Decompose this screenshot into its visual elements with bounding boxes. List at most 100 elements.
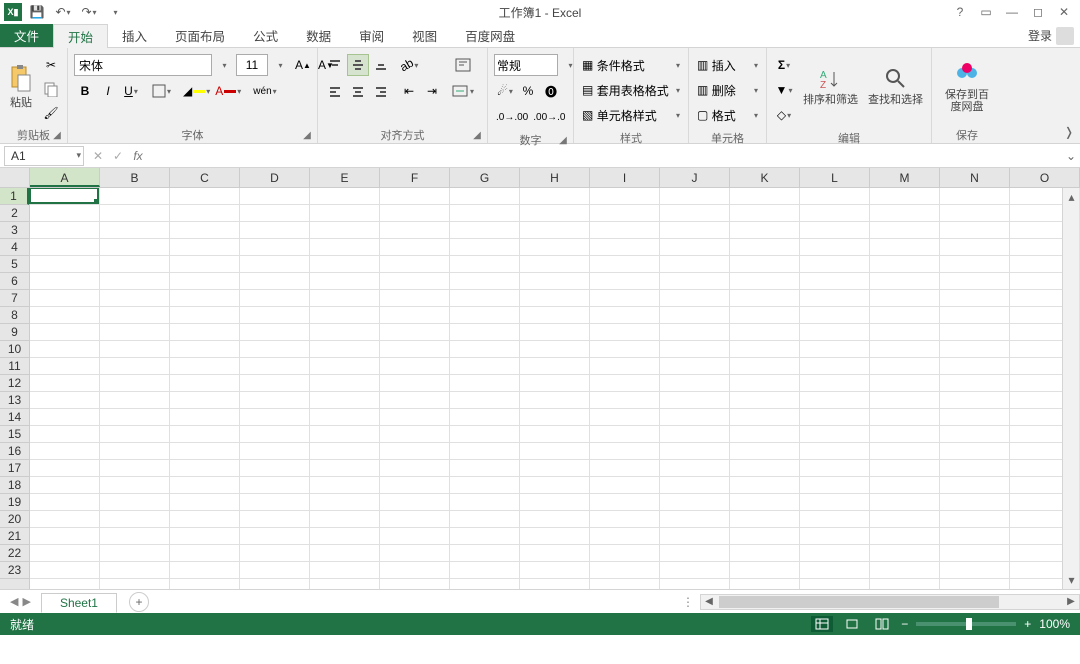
autosum-button[interactable]: Σ▾ xyxy=(773,54,795,76)
qat-customize-button[interactable]: ▾ xyxy=(104,1,126,23)
column-header[interactable]: K xyxy=(730,168,800,187)
tab-页面布局[interactable]: 页面布局 xyxy=(161,24,239,47)
row-header[interactable]: 16 xyxy=(0,443,29,460)
undo-qat-button[interactable]: ↶▾ xyxy=(52,1,74,23)
cut-button[interactable]: ✂ xyxy=(40,54,62,76)
save-to-baidu-button[interactable]: 保存到百度网盘 xyxy=(936,50,998,122)
row-header[interactable]: 1 xyxy=(0,188,29,205)
page-layout-view-button[interactable] xyxy=(841,616,863,632)
wrap-text-button[interactable] xyxy=(449,54,476,76)
accept-formula-icon[interactable]: ✓ xyxy=(108,146,128,166)
font-dialog-launcher[interactable]: ◢ xyxy=(301,130,313,142)
font-size-dropdown[interactable]: ▾ xyxy=(269,54,291,76)
horizontal-scrollbar[interactable]: ◀ ▶ xyxy=(700,594,1080,610)
format-painter-button[interactable]: 🖌 xyxy=(40,102,62,124)
increase-font-button[interactable]: A▲ xyxy=(292,54,314,76)
column-header[interactable]: N xyxy=(940,168,1010,187)
zoom-level[interactable]: 100% xyxy=(1039,617,1070,631)
zoom-in-button[interactable]: + xyxy=(1024,617,1031,631)
row-header[interactable]: 14 xyxy=(0,409,29,426)
tab-百度网盘[interactable]: 百度网盘 xyxy=(451,24,529,47)
column-header[interactable]: A xyxy=(30,168,100,187)
column-header[interactable]: O xyxy=(1010,168,1080,187)
font-name-dropdown[interactable]: ▾ xyxy=(213,54,235,76)
align-left-button[interactable] xyxy=(324,80,346,102)
row-header[interactable]: 7 xyxy=(0,290,29,307)
phonetic-button[interactable]: wén▾ xyxy=(251,80,278,102)
italic-button[interactable]: I xyxy=(97,80,119,102)
font-size-input[interactable] xyxy=(236,54,268,76)
tab-数据[interactable]: 数据 xyxy=(292,24,345,47)
column-header[interactable]: D xyxy=(240,168,310,187)
select-all-corner[interactable] xyxy=(0,168,30,187)
minimize-icon[interactable]: ― xyxy=(1000,1,1024,23)
border-button[interactable]: ▾ xyxy=(150,80,173,102)
page-break-view-button[interactable] xyxy=(871,616,893,632)
row-header[interactable]: 17 xyxy=(0,460,29,477)
font-name-input[interactable] xyxy=(74,54,212,76)
signin-button[interactable]: 登录 xyxy=(1028,24,1080,47)
cell-styles-button[interactable]: ▧ 单元格样式▾ xyxy=(580,104,682,126)
row-header[interactable]: 11 xyxy=(0,358,29,375)
collapse-ribbon-icon[interactable]: ❭ xyxy=(1064,125,1074,139)
column-header[interactable]: B xyxy=(100,168,170,187)
decrease-indent-button[interactable]: ⇤ xyxy=(398,80,420,102)
sheet-nav-next-icon[interactable]: ▶ xyxy=(22,595,30,608)
find-select-button[interactable]: 查找和选择 xyxy=(864,50,927,122)
increase-indent-button[interactable]: ⇥ xyxy=(421,80,443,102)
increase-decimal-button[interactable]: .0→.00 xyxy=(494,106,530,128)
row-header[interactable]: 21 xyxy=(0,528,29,545)
cancel-formula-icon[interactable]: ✕ xyxy=(88,146,108,166)
close-icon[interactable]: ✕ xyxy=(1052,1,1076,23)
row-header[interactable]: 4 xyxy=(0,239,29,256)
add-sheet-button[interactable]: + xyxy=(129,592,149,612)
tab-公式[interactable]: 公式 xyxy=(239,24,292,47)
insert-function-icon[interactable]: fx xyxy=(128,146,148,166)
insert-cells-button[interactable]: ▥ 插入▾ xyxy=(695,54,760,76)
accounting-format-button[interactable]: ☄▾ xyxy=(494,80,516,102)
maximize-icon[interactable]: ◻ xyxy=(1026,1,1050,23)
tab-视图[interactable]: 视图 xyxy=(398,24,451,47)
normal-view-button[interactable] xyxy=(811,616,833,632)
row-header[interactable]: 6 xyxy=(0,273,29,290)
row-header[interactable]: 12 xyxy=(0,375,29,392)
formula-input[interactable] xyxy=(148,146,1062,166)
tab-file[interactable]: 文件 xyxy=(0,24,53,47)
cells-area[interactable] xyxy=(30,188,1062,589)
clear-button[interactable]: ◇▾ xyxy=(773,104,795,126)
redo-qat-button[interactable]: ↷▾ xyxy=(78,1,100,23)
zoom-slider[interactable] xyxy=(916,622,1016,626)
align-middle-button[interactable] xyxy=(347,54,369,76)
row-header[interactable]: 9 xyxy=(0,324,29,341)
percent-button[interactable]: % xyxy=(517,80,539,102)
delete-cells-button[interactable]: ▥ 删除▾ xyxy=(695,79,760,101)
sort-filter-button[interactable]: AZ 排序和筛选 xyxy=(799,50,862,122)
tab-审阅[interactable]: 审阅 xyxy=(345,24,398,47)
sheet-tab-sheet1[interactable]: Sheet1 xyxy=(41,593,117,613)
ribbon-display-icon[interactable]: ▭ xyxy=(974,1,998,23)
align-right-button[interactable] xyxy=(370,80,392,102)
row-header[interactable]: 3 xyxy=(0,222,29,239)
column-header[interactable]: F xyxy=(380,168,450,187)
comma-button[interactable]: 🄌 xyxy=(540,80,562,102)
tab-插入[interactable]: 插入 xyxy=(108,24,161,47)
column-header[interactable]: G xyxy=(450,168,520,187)
row-header[interactable]: 23 xyxy=(0,562,29,579)
number-dialog-launcher[interactable]: ◢ xyxy=(557,135,569,147)
expand-formula-bar-icon[interactable]: ⌄ xyxy=(1062,149,1080,163)
name-box[interactable]: A1▾ xyxy=(4,146,84,166)
fill-button[interactable]: ▼▾ xyxy=(773,79,795,101)
row-header[interactable]: 22 xyxy=(0,545,29,562)
column-header[interactable]: M xyxy=(870,168,940,187)
orientation-button[interactable]: ab▾ xyxy=(398,54,420,76)
alignment-dialog-launcher[interactable]: ◢ xyxy=(471,130,483,142)
align-top-button[interactable] xyxy=(324,54,346,76)
number-format-select[interactable] xyxy=(494,54,558,76)
decrease-decimal-button[interactable]: .00→.0 xyxy=(531,106,567,128)
sheet-nav-prev-icon[interactable]: ◀ xyxy=(10,595,18,608)
row-header[interactable]: 19 xyxy=(0,494,29,511)
copy-button[interactable] xyxy=(40,78,62,100)
row-header[interactable]: 13 xyxy=(0,392,29,409)
merge-center-button[interactable]: ▾ xyxy=(449,80,476,102)
column-header[interactable]: H xyxy=(520,168,590,187)
